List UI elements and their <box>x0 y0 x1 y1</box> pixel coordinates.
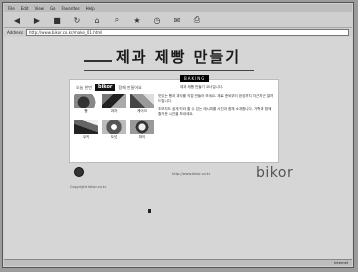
thumb-pie[interactable]: 파이 <box>130 120 154 140</box>
intro-right: 함께 만들어요 <box>118 84 142 90</box>
thumb-label: 과자 <box>110 109 118 113</box>
thumb-label: 케이크 <box>137 109 147 113</box>
favorites-icon[interactable]: ★ <box>132 15 142 25</box>
snack-image <box>102 94 126 108</box>
footer-row: http://www.bikor.co.kr bikor <box>72 165 293 183</box>
stop-icon[interactable]: ■ <box>52 15 62 25</box>
info-text: 맛있는 빵과 과자를 직접 만들어 보세요. 재료 준비부터 완성까지 차근차근… <box>158 94 274 120</box>
brand-logo: bikor <box>256 165 294 181</box>
thumb-cookie[interactable]: 쿠키 <box>74 120 98 140</box>
footer-link[interactable]: http://www.bikor.co.kr <box>172 172 210 176</box>
menu-help[interactable]: Help <box>86 6 95 11</box>
mail-icon[interactable]: ✉ <box>172 15 182 25</box>
thumb-bread[interactable]: 빵 <box>74 94 98 114</box>
menu-go[interactable]: Go <box>50 6 56 11</box>
intro-logo: bikor <box>95 84 116 91</box>
subheading: 제과 제빵 만들기 코너입니다. <box>180 85 224 89</box>
address-label: Address <box>7 29 23 35</box>
cake-image <box>130 94 154 108</box>
info-paragraph: 초보자도 쉽게 따라 할 수 있는 레시피를 사진과 함께 소개합니다. 가족과… <box>158 107 272 116</box>
address-bar: Address http://www.bikor.co.kr/make_01.h… <box>4 28 352 36</box>
menu-bar: File Edit View Go Favorites Help <box>4 4 352 12</box>
toolbar: ◀ ▶ ■ ↻ ⌂ ⌕ ★ ◷ ✉ ⎙ <box>4 13 352 28</box>
copyright-link[interactable]: Copyright bikor.co.kr <box>70 185 106 189</box>
thumbnail-grid: 빵 과자 케이크 쿠키 도넛 파이 <box>74 94 160 158</box>
menu-favorites[interactable]: Favorites <box>62 6 80 11</box>
forward-icon[interactable]: ▶ <box>32 15 42 25</box>
home-icon[interactable]: ⌂ <box>92 15 102 25</box>
browser-window: File Edit View Go Favorites Help ◀ ▶ ■ ↻… <box>2 2 354 268</box>
donut-image <box>102 120 126 134</box>
page-title: 제과 제빵 만들기 <box>116 48 242 66</box>
title-underline <box>84 70 254 71</box>
info-paragraph: 맛있는 빵과 과자를 직접 만들어 보세요. 재료 준비부터 완성까지 차근차근… <box>158 94 274 103</box>
intro-line: 오늘 한번 bikor 함께 만들어요 <box>76 84 142 91</box>
menu-edit[interactable]: Edit <box>21 6 29 11</box>
page-content: 제과 제빵 만들기 오늘 한번 bikor 함께 만들어요 BAKING 제과 … <box>4 37 352 259</box>
cookie-image <box>74 120 98 134</box>
pie-image <box>130 120 154 134</box>
menu-file[interactable]: File <box>8 6 15 11</box>
thumb-label: 빵 <box>84 109 88 113</box>
thumb-label: 파이 <box>138 135 146 139</box>
print-icon[interactable]: ⎙ <box>192 15 202 25</box>
section-badge: BAKING <box>180 75 210 82</box>
back-icon[interactable]: ◀ <box>12 15 22 25</box>
search-icon[interactable]: ⌕ <box>112 15 122 25</box>
thumb-cake[interactable]: 케이크 <box>130 94 154 114</box>
title-rule <box>84 60 112 62</box>
globe-icon <box>74 167 84 177</box>
thumb-label: 쿠키 <box>82 135 90 139</box>
thumb-label: 도넛 <box>110 135 118 139</box>
refresh-icon[interactable]: ↻ <box>72 15 82 25</box>
address-input[interactable]: http://www.bikor.co.kr/make_01.html <box>25 28 349 36</box>
content-panel: 오늘 한번 bikor 함께 만들어요 BAKING 제과 제빵 만들기 코너입… <box>69 75 279 163</box>
status-text: Internet <box>334 261 348 265</box>
history-icon[interactable]: ◷ <box>152 15 162 25</box>
menu-view[interactable]: View <box>34 6 44 11</box>
bread-image <box>74 94 98 108</box>
thumb-donut[interactable]: 도넛 <box>102 120 126 140</box>
thumb-snack[interactable]: 과자 <box>102 94 126 114</box>
mouse-cursor-icon <box>148 209 151 213</box>
intro-left: 오늘 한번 <box>76 84 92 90</box>
status-bar: Internet <box>4 259 352 266</box>
title-row: 제과 제빵 만들기 <box>84 45 241 67</box>
